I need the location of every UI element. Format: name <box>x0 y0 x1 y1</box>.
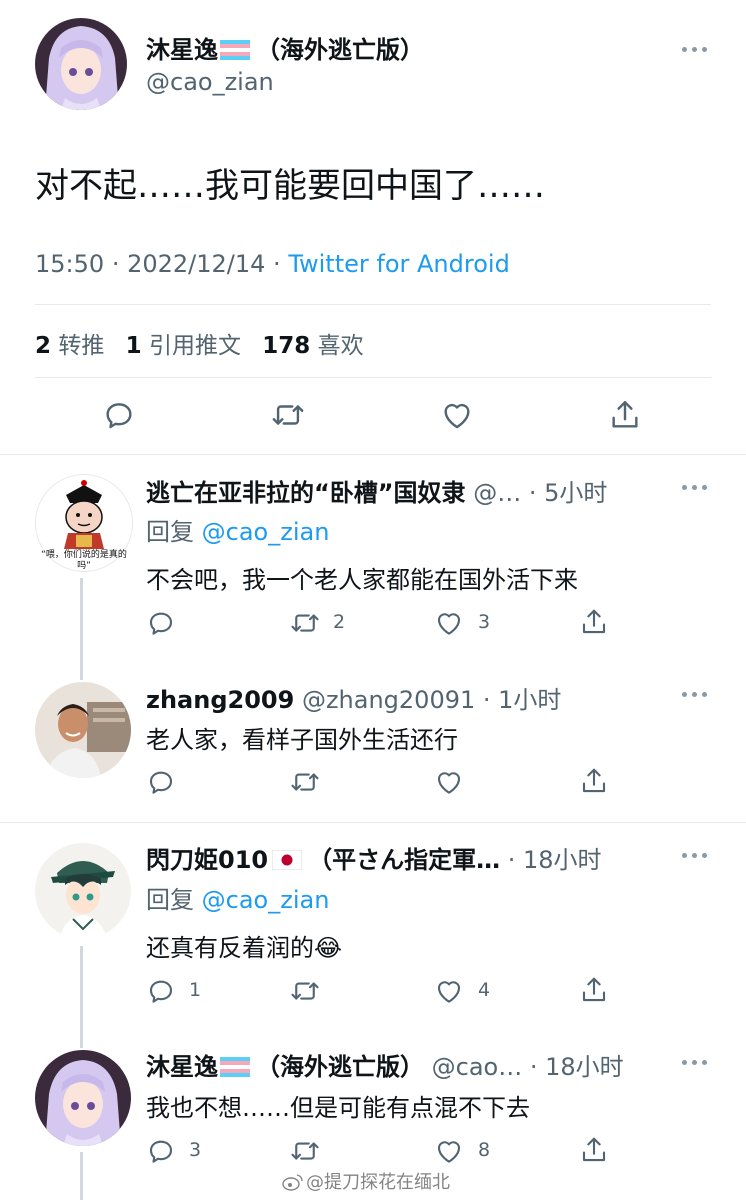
replying-to: 回复 @cao_zian <box>146 518 330 546</box>
thread-line <box>80 578 83 680</box>
reply-text: 老人家，看样子国外生活还行 <box>146 726 458 754</box>
like-count: 4 <box>478 979 491 1001</box>
reply-handle[interactable]: @zhang20091 <box>302 686 475 714</box>
more-options-icon[interactable] <box>682 483 712 491</box>
avatar-caption: “喂，你们说的是真的吗” <box>41 550 127 571</box>
retweet-icon[interactable] <box>289 1136 321 1166</box>
trans-flag-icon <box>220 1055 250 1083</box>
share-icon[interactable] <box>579 766 609 796</box>
reply-text: 还真有反着润的😂 <box>146 934 343 962</box>
divider <box>0 822 746 823</box>
retweet-icon[interactable] <box>289 608 321 638</box>
reply-time[interactable]: 18小时 <box>523 846 602 874</box>
retweet-icon[interactable] <box>270 398 306 432</box>
reply-time[interactable]: 5小时 <box>544 479 607 507</box>
more-options-icon[interactable] <box>682 1058 712 1066</box>
like-icon[interactable] <box>440 398 474 432</box>
avatar[interactable] <box>35 18 127 110</box>
reply-count: 3 <box>189 1139 202 1161</box>
reply-name-suffix: （平さん指定軍… <box>308 846 501 874</box>
like-count: 3 <box>478 611 491 633</box>
reply-time[interactable]: 18小时 <box>545 1053 624 1081</box>
reply-name-suffix: （海外逃亡版） <box>256 1053 424 1081</box>
divider <box>35 377 711 378</box>
reply-count: 1 <box>189 979 202 1001</box>
author-name-suffix: （海外逃亡版） <box>256 36 424 64</box>
reply-time[interactable]: 1小时 <box>498 686 561 714</box>
avatar[interactable] <box>35 682 131 778</box>
more-options-icon[interactable] <box>682 45 712 53</box>
quote-stat[interactable]: 1 引用推文 <box>126 333 241 359</box>
retweet-count: 2 <box>333 611 346 633</box>
reply-icon[interactable] <box>146 608 176 638</box>
like-icon[interactable] <box>434 1136 464 1166</box>
thread-line <box>80 1152 83 1200</box>
retweet-icon[interactable] <box>289 976 321 1006</box>
tweet-date[interactable]: 2022/12/14 <box>127 250 265 278</box>
reply-text: 不会吧，我一个老人家都能在国外活下来 <box>146 566 578 594</box>
divider <box>0 454 746 455</box>
share-icon[interactable] <box>579 607 609 637</box>
reply-display-name[interactable]: 逃亡在亚非拉的“卧槽”国奴隶 <box>146 479 466 507</box>
reply-header: 閃刀姫010 （平さん指定軍… · 18小时 <box>146 846 602 876</box>
replying-to-link[interactable]: @cao_zian <box>202 886 330 914</box>
author-name[interactable]: 沐星逸 （海外逃亡版） <box>146 30 424 66</box>
tweet-stats: 2 转推 1 引用推文 178 喜欢 <box>35 326 364 360</box>
like-icon[interactable] <box>434 767 464 797</box>
reply-icon[interactable] <box>102 398 136 432</box>
reply-header: 沐星逸 （海外逃亡版） @cao… · 18小时 <box>146 1053 624 1083</box>
retweet-icon[interactable] <box>289 767 321 797</box>
trans-flag-icon <box>220 38 250 66</box>
reply-icon[interactable] <box>146 1136 176 1166</box>
replying-to: 回复 @cao_zian <box>146 886 330 914</box>
retweet-stat[interactable]: 2 转推 <box>35 333 104 359</box>
like-stat[interactable]: 178 喜欢 <box>262 333 363 359</box>
more-options-icon[interactable] <box>682 851 712 859</box>
reply-icon[interactable] <box>146 767 176 797</box>
share-icon[interactable] <box>579 975 609 1005</box>
reply-display-name[interactable]: 沐星逸 <box>146 1053 218 1081</box>
divider <box>35 304 711 305</box>
tweet-text: 对不起……我可能要回中国了…… <box>35 166 545 206</box>
tweet-meta: 15:50 · 2022/12/14 · Twitter for Android <box>35 250 510 278</box>
reply-text: 我也不想……但是可能有点混不下去 <box>146 1094 530 1122</box>
like-icon[interactable] <box>434 976 464 1006</box>
avatar[interactable] <box>35 1050 131 1146</box>
reply-header: 逃亡在亚非拉的“卧槽”国奴隶 @… · 5小时 <box>146 479 608 507</box>
share-icon[interactable] <box>608 398 642 432</box>
reply-handle[interactable]: @cao… <box>432 1053 523 1081</box>
reply-display-name[interactable]: 閃刀姫010 <box>146 846 268 874</box>
replying-to-link[interactable]: @cao_zian <box>202 518 330 546</box>
reply-handle[interactable]: @… <box>473 479 521 507</box>
more-options-icon[interactable] <box>682 690 712 698</box>
like-count: 8 <box>478 1139 491 1161</box>
japan-flag-icon <box>271 848 303 876</box>
reply-icon[interactable] <box>146 976 176 1006</box>
author-display-name: 沐星逸 <box>146 36 218 64</box>
tweet-source-link[interactable]: Twitter for Android <box>288 250 509 278</box>
thread-line <box>80 946 83 1048</box>
like-icon[interactable] <box>434 608 464 638</box>
weibo-logo-icon <box>282 1173 304 1196</box>
author-handle[interactable]: @cao_zian <box>146 68 274 96</box>
watermark: @提刀探花在缅北 <box>282 1168 450 1196</box>
avatar[interactable] <box>35 843 131 939</box>
share-icon[interactable] <box>579 1135 609 1165</box>
laughing-emoji-icon: 😂 <box>314 934 343 962</box>
reply-display-name[interactable]: zhang2009 <box>146 686 294 714</box>
reply-header: zhang2009 @zhang20091 · 1小时 <box>146 686 562 714</box>
tweet-time[interactable]: 15:50 <box>35 250 104 278</box>
